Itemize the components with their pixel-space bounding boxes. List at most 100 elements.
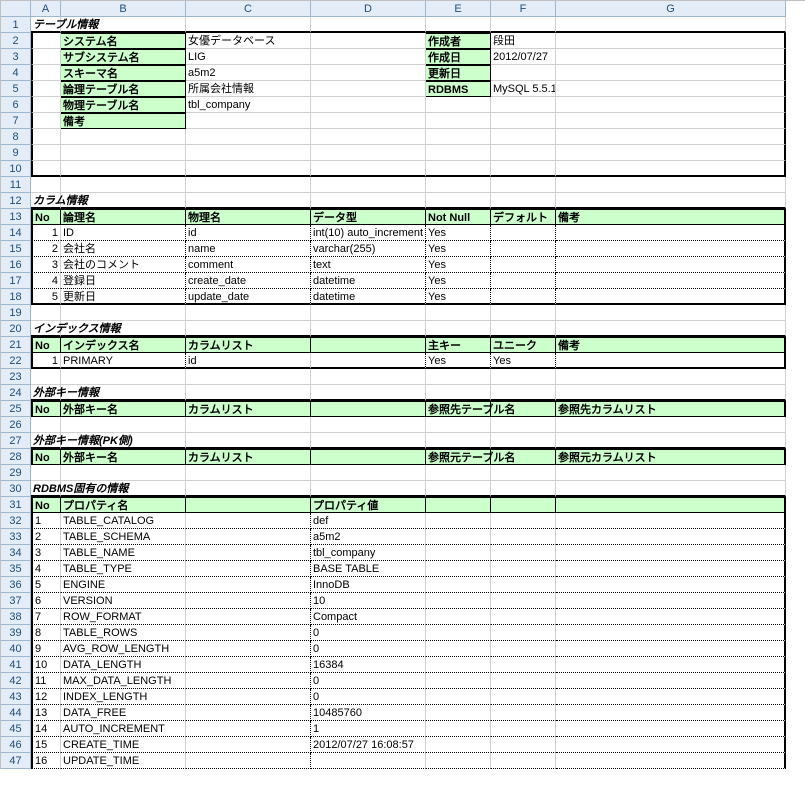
row-header-18[interactable]: 18 <box>1 289 31 305</box>
col-default[interactable] <box>491 225 556 241</box>
row-header-14[interactable]: 14 <box>1 225 31 241</box>
col-notnull[interactable]: Yes <box>426 289 491 305</box>
val-author[interactable]: 段田 <box>491 33 556 49</box>
row-header-3[interactable]: 3 <box>1 49 31 65</box>
col-notnull[interactable]: Yes <box>426 257 491 273</box>
col-remarks[interactable] <box>556 289 786 305</box>
row-header-17[interactable]: 17 <box>1 273 31 289</box>
col-header-G[interactable]: G <box>556 1 786 17</box>
prop-no[interactable]: 13 <box>31 705 61 721</box>
row-header-15[interactable]: 15 <box>1 241 31 257</box>
row-header-7[interactable]: 7 <box>1 113 31 129</box>
prop-no[interactable]: 16 <box>31 753 61 769</box>
val-logical[interactable]: 所属会社情報 <box>186 81 311 97</box>
row-header-11[interactable]: 11 <box>1 177 31 193</box>
prop-no[interactable]: 5 <box>31 577 61 593</box>
prop-name[interactable]: DATA_FREE <box>61 705 186 721</box>
row-header-39[interactable]: 39 <box>1 625 31 641</box>
row-header-42[interactable]: 42 <box>1 673 31 689</box>
row-header-20[interactable]: 20 <box>1 321 31 337</box>
col-remarks[interactable] <box>556 273 786 289</box>
prop-no[interactable]: 7 <box>31 609 61 625</box>
prop-no[interactable]: 14 <box>31 721 61 737</box>
col-default[interactable] <box>491 257 556 273</box>
row-header-10[interactable]: 10 <box>1 161 31 177</box>
row-header-23[interactable]: 23 <box>1 369 31 385</box>
val-update[interactable] <box>491 65 556 81</box>
row-header-44[interactable]: 44 <box>1 705 31 721</box>
prop-name[interactable]: ENGINE <box>61 577 186 593</box>
prop-val[interactable]: tbl_company <box>311 545 426 561</box>
prop-val[interactable]: 0 <box>311 689 426 705</box>
col-logical[interactable]: 更新日 <box>61 289 186 305</box>
row-header-1[interactable]: 1 <box>1 17 31 33</box>
idx-pk[interactable]: Yes <box>426 353 491 369</box>
prop-name[interactable]: DATA_LENGTH <box>61 657 186 673</box>
row-header-13[interactable]: 13 <box>1 209 31 225</box>
col-header-B[interactable]: B <box>61 1 186 17</box>
prop-no[interactable]: 1 <box>31 513 61 529</box>
row-header-31[interactable]: 31 <box>1 497 31 513</box>
col-header-C[interactable]: C <box>186 1 311 17</box>
prop-val[interactable] <box>311 753 426 769</box>
prop-val[interactable]: 0 <box>311 625 426 641</box>
row-header-36[interactable]: 36 <box>1 577 31 593</box>
row-header-38[interactable]: 38 <box>1 609 31 625</box>
row-header-19[interactable]: 19 <box>1 305 31 321</box>
idx-no[interactable]: 1 <box>31 353 61 369</box>
col-default[interactable] <box>491 273 556 289</box>
row-header-24[interactable]: 24 <box>1 385 31 401</box>
val-system[interactable]: 女優データベース <box>186 33 311 49</box>
prop-val[interactable]: InnoDB <box>311 577 426 593</box>
row-header-27[interactable]: 27 <box>1 433 31 449</box>
row-header-34[interactable]: 34 <box>1 545 31 561</box>
row-header-16[interactable]: 16 <box>1 257 31 273</box>
prop-val[interactable]: 0 <box>311 641 426 657</box>
prop-no[interactable]: 6 <box>31 593 61 609</box>
idx-list[interactable]: id <box>186 353 311 369</box>
col-no[interactable]: 4 <box>31 273 61 289</box>
row-header-41[interactable]: 41 <box>1 657 31 673</box>
row-header-9[interactable]: 9 <box>1 145 31 161</box>
idx-unique[interactable]: Yes <box>491 353 556 369</box>
prop-no[interactable]: 8 <box>31 625 61 641</box>
col-no[interactable]: 5 <box>31 289 61 305</box>
prop-val[interactable]: def <box>311 513 426 529</box>
col-remarks[interactable] <box>556 225 786 241</box>
col-header-F[interactable]: F <box>491 1 556 17</box>
col-header-E[interactable]: E <box>426 1 491 17</box>
idx-name[interactable]: PRIMARY <box>61 353 186 369</box>
prop-name[interactable]: ROW_FORMAT <box>61 609 186 625</box>
prop-no[interactable]: 11 <box>31 673 61 689</box>
col-type[interactable]: datetime <box>311 289 426 305</box>
row-header-22[interactable]: 22 <box>1 353 31 369</box>
prop-name[interactable]: INDEX_LENGTH <box>61 689 186 705</box>
prop-val[interactable]: 16384 <box>311 657 426 673</box>
col-default[interactable] <box>491 289 556 305</box>
col-type[interactable]: text <box>311 257 426 273</box>
row-header-26[interactable]: 26 <box>1 417 31 433</box>
row-header-6[interactable]: 6 <box>1 97 31 113</box>
prop-name[interactable]: TABLE_TYPE <box>61 561 186 577</box>
col-physical[interactable]: update_date <box>186 289 311 305</box>
col-header-D[interactable]: D <box>311 1 426 17</box>
prop-val[interactable]: BASE TABLE <box>311 561 426 577</box>
row-header-4[interactable]: 4 <box>1 65 31 81</box>
prop-no[interactable]: 9 <box>31 641 61 657</box>
val-rdbms[interactable]: MySQL 5.5.16 <box>491 81 556 97</box>
col-physical[interactable]: id <box>186 225 311 241</box>
row-header-8[interactable]: 8 <box>1 129 31 145</box>
val-subsystem[interactable]: LIG <box>186 49 311 65</box>
row-header-12[interactable]: 12 <box>1 193 31 209</box>
prop-name[interactable]: CREATE_TIME <box>61 737 186 753</box>
col-logical[interactable]: 会社名 <box>61 241 186 257</box>
col-header-A[interactable]: A <box>31 1 61 17</box>
col-type[interactable]: int(10) auto_increment <box>311 225 426 241</box>
col-notnull[interactable]: Yes <box>426 241 491 257</box>
prop-no[interactable]: 15 <box>31 737 61 753</box>
prop-name[interactable]: MAX_DATA_LENGTH <box>61 673 186 689</box>
prop-val[interactable]: 1 <box>311 721 426 737</box>
prop-val[interactable]: 2012/07/27 16:08:57 <box>311 737 426 753</box>
col-type[interactable]: varchar(255) <box>311 241 426 257</box>
row-header-25[interactable]: 25 <box>1 401 31 417</box>
